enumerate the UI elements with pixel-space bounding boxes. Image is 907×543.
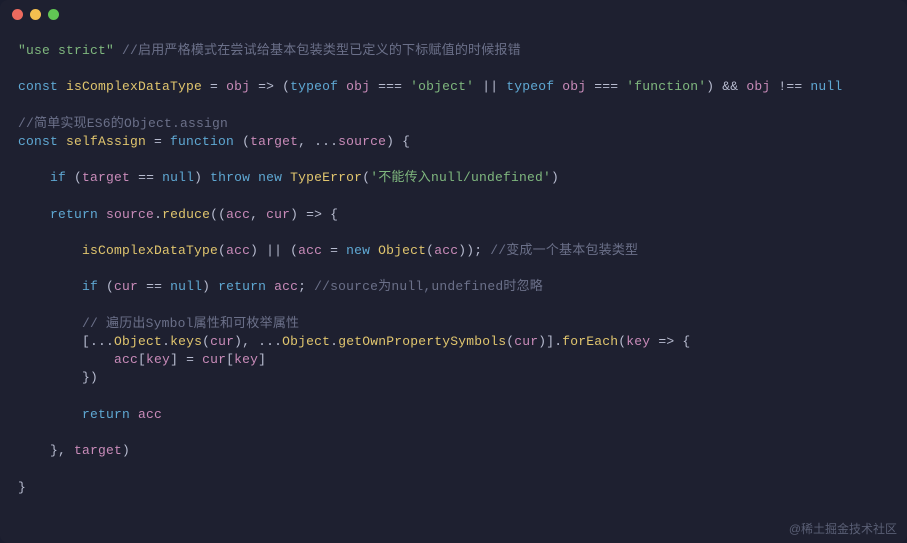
watermark: @稀土掘金技术社区 [789, 520, 897, 537]
code-window: "use strict" //启用严格模式在尝试给基本包装类型已定义的下标赋值的… [0, 0, 907, 543]
identifier: obj [226, 79, 250, 94]
close-icon[interactable] [12, 9, 23, 20]
comment: //简单实现ES6的Object.assign [18, 116, 228, 131]
minimize-icon[interactable] [30, 9, 41, 20]
keyword: const [18, 79, 58, 94]
function-name: isComplexDataType [58, 79, 202, 94]
code-content: "use strict" //启用严格模式在尝试给基本包装类型已定义的下标赋值的… [0, 28, 907, 511]
comment: //启用严格模式在尝试给基本包装类型已定义的下标赋值的时候报错 [114, 43, 521, 58]
maximize-icon[interactable] [48, 9, 59, 20]
string-literal: "use strict" [18, 43, 114, 58]
titlebar [0, 0, 907, 28]
